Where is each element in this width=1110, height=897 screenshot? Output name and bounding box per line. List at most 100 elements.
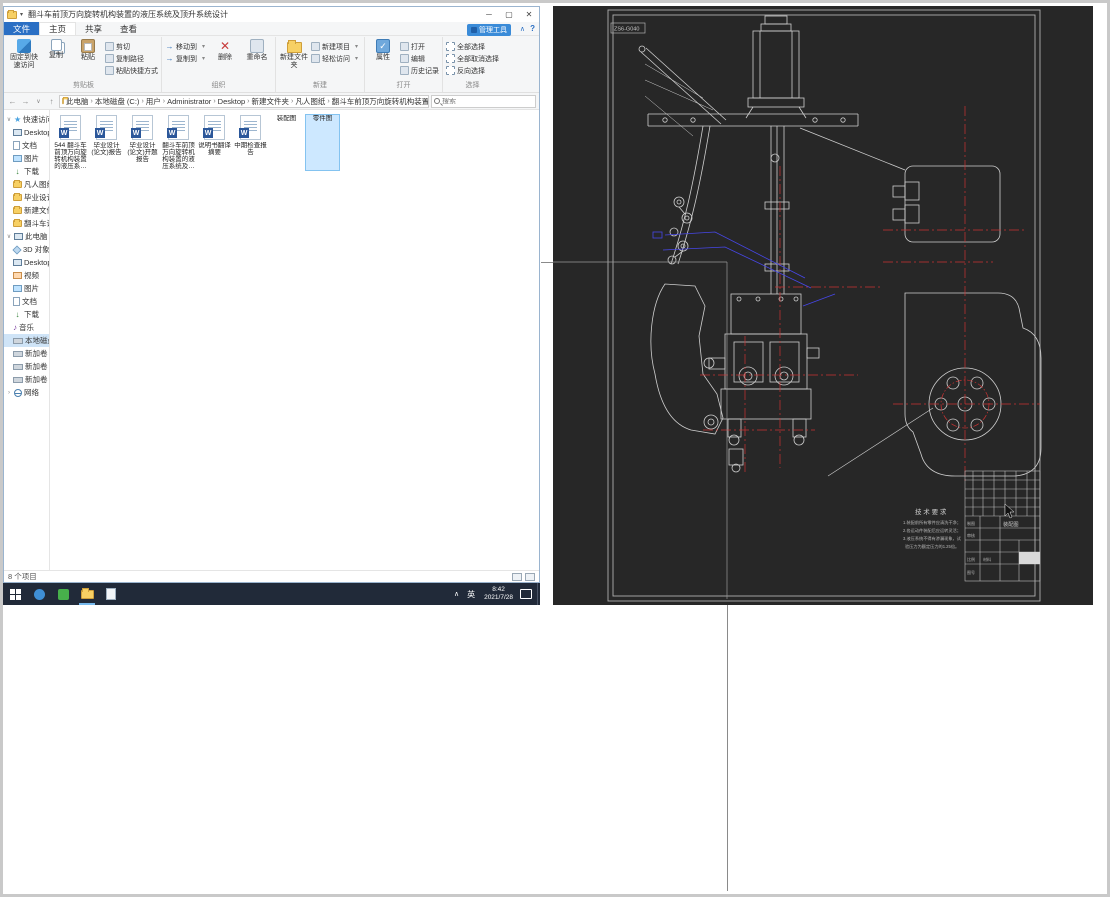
breadcrumb[interactable]: 此电脑 › 本地磁盘 (C:) › 用户 › Administrator › Deskt… xyxy=(59,94,429,108)
tab-share[interactable]: 共享 xyxy=(76,22,111,35)
action-center-icon[interactable] xyxy=(520,589,532,599)
tab-file[interactable]: 文件 xyxy=(4,22,40,35)
open-button[interactable]: 打开 xyxy=(400,41,439,52)
select-none-button[interactable]: 全部取消选择 xyxy=(446,53,499,64)
details-view-button[interactable] xyxy=(512,572,522,581)
copy-icon xyxy=(50,39,62,51)
new-folder-button[interactable]: 新建文件夹 xyxy=(279,37,309,70)
sidebar-item-downloads[interactable]: ↓ 下载 xyxy=(4,165,49,178)
title-bar[interactable]: ▾ 翻斗车前顶万向旋转机构装置的液压系统及顶升系统设计 ─ ▢ ✕ xyxy=(4,7,539,22)
sidebar-item-folder[interactable]: 凡人图纸 xyxy=(4,178,49,191)
file-list-area[interactable]: 544 翻斗车前顶万向旋转机构装置的液压系… 毕业设计(论文)报告 毕业设计(论… xyxy=(50,110,539,570)
file-item[interactable]: 装配图 xyxy=(270,115,303,170)
sidebar-item-desktop[interactable]: Desktop xyxy=(4,256,49,269)
sidebar-item-3d-objects[interactable]: 3D 对象 xyxy=(4,243,49,256)
sidebar-item-music[interactable]: ♪ 音乐 xyxy=(4,321,49,334)
sidebar-item-local-disk-c[interactable]: 本地磁盘 (C:) xyxy=(4,334,49,347)
tray-expand-chevron-icon[interactable]: ∧ xyxy=(450,590,463,598)
file-item[interactable]: 毕业设计(论文)报告 xyxy=(90,115,123,170)
rename-button[interactable]: 重命名 xyxy=(242,37,272,62)
paste-button[interactable]: 粘贴 xyxy=(73,37,103,62)
tab-home[interactable]: 主页 xyxy=(39,22,77,35)
sidebar-item-downloads[interactable]: ↓ 下载 xyxy=(4,308,49,321)
start-button[interactable] xyxy=(3,583,27,605)
sidebar-item-pictures[interactable]: 图片 xyxy=(4,152,49,165)
expander-icon[interactable]: ∨ xyxy=(6,233,12,240)
sidebar-item-desktop[interactable]: Desktop xyxy=(4,126,49,139)
cut-button[interactable]: 剪切 xyxy=(105,41,158,52)
tech-line: 3.液压系统不得有渗漏现象，试 xyxy=(903,535,962,542)
sidebar-item-volume-d[interactable]: 新加卷 (D:) xyxy=(4,347,49,360)
breadcrumb-segment[interactable]: 本地磁盘 (C:) xyxy=(93,96,142,107)
sidebar-item-folder[interactable]: 毕业设计文件 xyxy=(4,191,49,204)
titleblock-material-label: 材料 xyxy=(983,556,991,562)
file-item[interactable]: 翻斗车前顶万向旋转机构装置的液压系统及… xyxy=(162,115,195,170)
new-item-button[interactable]: 新建项目 ▾ xyxy=(311,41,361,52)
taskbar-app-notepad[interactable] xyxy=(99,583,123,605)
word-file-icon xyxy=(239,115,261,140)
copy-to-button[interactable]: → 复制到 ▾ xyxy=(165,53,208,64)
minimize-button[interactable]: ─ xyxy=(479,8,499,22)
invert-selection-button[interactable]: 反向选择 xyxy=(446,65,499,76)
taskbar-clock[interactable]: 8:42 2021/7/28 xyxy=(479,586,518,602)
tab-view[interactable]: 查看 xyxy=(111,22,146,35)
group-label-select: 选择 xyxy=(465,82,480,89)
tab-manage-tools[interactable]: 管理工具 xyxy=(467,24,511,36)
paste-shortcut-button[interactable]: 粘贴快捷方式 xyxy=(105,65,158,76)
maximize-button[interactable]: ▢ xyxy=(499,8,519,22)
sidebar-item-pictures[interactable]: 图片 xyxy=(4,282,49,295)
properties-button[interactable]: ✓ 属性 xyxy=(368,37,398,62)
file-item[interactable]: 说明书翻译摘要 xyxy=(198,115,231,170)
file-item[interactable]: 毕业设计(论文)开题报告 xyxy=(126,115,159,170)
file-item[interactable]: 中期检查报告 xyxy=(234,115,267,170)
breadcrumb-segment[interactable]: 凡人图纸 xyxy=(293,96,327,107)
move-to-button[interactable]: → 移动到 ▾ xyxy=(165,41,208,52)
cad-viewport[interactable]: ZS6-G040 技 术 要 求 1.装配前所有零件应清洗干净； 2.各运动件装… xyxy=(553,6,1093,605)
sidebar-item-folder[interactable]: 翻斗车设计资料 xyxy=(4,217,49,230)
ribbon-group-select: 全部选择 全部取消选择 反向选择 选择 xyxy=(443,37,502,92)
breadcrumb-segment[interactable]: Desktop xyxy=(216,97,248,106)
help-icon[interactable]: ? xyxy=(530,24,535,33)
file-item-selected[interactable]: 零件图 xyxy=(305,114,340,171)
taskbar-app-browser[interactable] xyxy=(27,583,51,605)
search-input[interactable] xyxy=(442,97,533,105)
sidebar-item-documents[interactable]: 文档 xyxy=(4,139,49,152)
copy-button[interactable]: 复制 xyxy=(41,37,71,60)
breadcrumb-segment[interactable]: Administrator xyxy=(165,97,213,106)
collapse-ribbon-icon[interactable]: ∧ xyxy=(520,25,525,33)
show-desktop-button[interactable] xyxy=(537,583,540,605)
sidebar-item-this-pc[interactable]: ∨ 此电脑 xyxy=(4,230,49,243)
sidebar-item-volume-e[interactable]: 新加卷 (E:) xyxy=(4,360,49,373)
pin-to-quick-access-button[interactable]: 固定到快速访问 xyxy=(9,37,39,70)
sidebar-item-videos[interactable]: 视频 xyxy=(4,269,49,282)
sidebar-item-volume-f[interactable]: 新加卷 (F:) xyxy=(4,373,49,386)
taskbar-app-messenger[interactable] xyxy=(51,583,75,605)
breadcrumb-segment[interactable]: 新建文件夹 xyxy=(250,96,292,107)
input-language-indicator[interactable]: 英 xyxy=(463,589,479,600)
breadcrumb-segment[interactable]: 翻斗车前顶万向旋转机构装置的液压系统及顶升系统设计 xyxy=(330,96,428,107)
easy-access-button[interactable]: 轻松访问 ▾ xyxy=(311,53,361,64)
copy-path-button[interactable]: 复制路径 xyxy=(105,53,158,64)
sidebar-item-network[interactable]: › 网络 xyxy=(4,386,49,399)
sidebar-item-documents[interactable]: 文档 xyxy=(4,295,49,308)
file-item[interactable]: 544 翻斗车前顶万向旋转机构装置的液压系… xyxy=(54,115,87,170)
thumbnail-view-button[interactable] xyxy=(525,572,535,581)
up-button[interactable]: ↑ xyxy=(46,97,57,106)
breadcrumb-segment[interactable]: 此电脑 xyxy=(64,96,91,107)
close-button[interactable]: ✕ xyxy=(519,8,539,22)
sidebar-item-folder[interactable]: 新建文件夹 xyxy=(4,204,49,217)
search-box[interactable] xyxy=(431,94,536,108)
delete-button[interactable]: ✕ 删除 xyxy=(210,37,240,62)
back-button[interactable]: ← xyxy=(7,97,18,106)
qat-customize-icon[interactable]: ▾ xyxy=(20,11,23,18)
forward-button[interactable]: → xyxy=(20,97,31,106)
taskbar-app-file-explorer[interactable] xyxy=(75,583,99,605)
breadcrumb-segment[interactable]: 用户 xyxy=(144,96,163,107)
edit-button[interactable]: 编辑 xyxy=(400,53,439,64)
select-all-button[interactable]: 全部选择 xyxy=(446,41,499,52)
sidebar-item-quick-access[interactable]: ∨ ★ 快速访问 xyxy=(4,113,49,126)
recent-locations-icon[interactable]: ∨ xyxy=(33,98,44,105)
history-button[interactable]: 历史记录 xyxy=(400,65,439,76)
expander-icon[interactable]: ∨ xyxy=(6,116,12,123)
expander-icon[interactable]: › xyxy=(6,390,12,396)
